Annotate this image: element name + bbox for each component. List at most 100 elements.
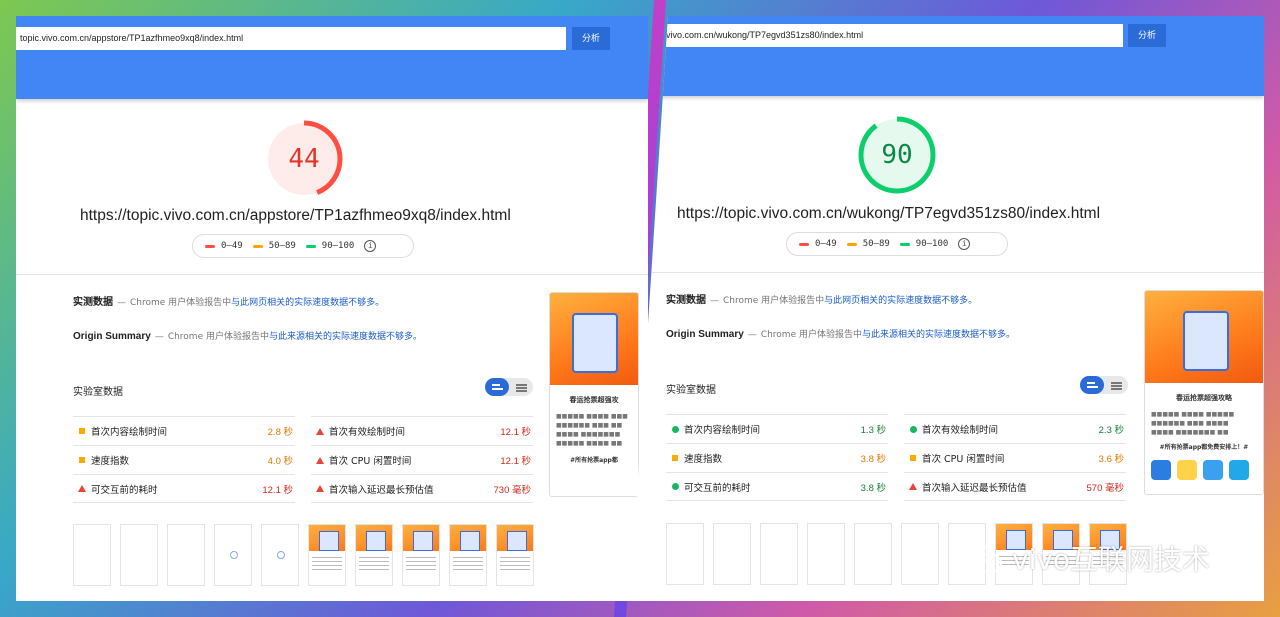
metric-row: 首次输入延迟最长预估值 730 毫秒 [311,474,533,503]
fail-triangle-icon [909,483,917,490]
metric-name: 可交互前的耗时 [91,484,158,496]
score-value: 90 [881,140,913,170]
metric-row: 首次有效绘制时间 2.3 秒 [904,414,1126,443]
filmstrip-frame [402,524,440,586]
legend-fail: 0–49 [815,239,837,249]
fail-triangle-icon [316,427,324,435]
origin-summary-row: Origin Summary — Chrome 用户体验报告中与此来源相关的实际速度… [73,331,422,342]
watermark: vivo互联网技术 [962,538,1210,578]
origin-summary-row: Origin Summary — Chrome 用户体验报告中与此来源相关的实际速度… [666,329,1015,340]
score-gauge: 90 [857,115,937,195]
filmstrip-frame [449,524,487,586]
average-square-icon [79,457,85,463]
field-data-title: 实测数据 [666,295,706,306]
filmstrip-frame [854,523,892,585]
legend-average: 50–89 [268,241,296,251]
filmstrip-frame [261,524,299,586]
metric-value: 12.1 秒 [500,427,531,438]
metric-name: 首次输入延迟最长预估值 [922,482,1027,494]
metric-value: 1.3 秒 [860,425,886,436]
analyze-button[interactable]: 分析 [1128,24,1166,47]
metric-row: 首次内容绘制时间 2.8 秒 [73,416,295,445]
info-icon[interactable]: i [364,240,377,252]
metric-row: 可交互前的耗时 3.8 秒 [666,472,888,501]
lab-data-title: 实验室数据 [73,387,123,398]
score-legend: 0–49 50–89 90–100 i [192,234,414,258]
metric-name: 可交互前的耗时 [684,482,751,494]
view-toggle[interactable] [485,378,533,396]
section-divider [16,274,648,275]
page-preview: 春运抢票超强攻 ■■■■■ ■■■■ ■■■ ■■■■■■ ■■■ ■■ ■■■■ … [549,292,639,497]
field-data-row: 实测数据 — Chrome 用户体验报告中与此网页相关的实际速度数据不够多。 [666,295,978,306]
metric-name: 首次 CPU 闲置时间 [922,454,1005,465]
section-divider [630,272,1264,273]
preview-title: 春运抢票超强攻略 [1176,394,1232,402]
url-input[interactable]: vivo.com.cn/wukong/TP7egvd351zs80/index.… [662,24,1123,47]
metric-value: 2.3 秒 [1098,425,1124,436]
filmstrip-frame [308,524,346,586]
metric-value: 3.8 秒 [860,482,886,494]
filmstrip-frame [73,524,111,586]
top-bar: topic.vivo.com.cn/appstore/TP1azfhmeo9xq… [16,16,648,99]
metric-value: 12.1 秒 [500,456,531,467]
average-square-icon [910,455,916,461]
legend-pass: 90–100 [321,241,355,251]
filmstrip-frame [120,524,158,586]
filmstrip-frame [666,523,704,585]
legend-average: 50–89 [862,239,890,249]
filmstrip-frame [355,524,393,586]
pass-circle-icon [671,483,679,490]
field-data-link[interactable]: 与此网页相关的实际速度数据不够多。 [231,298,384,308]
field-data-row: 实测数据 — Chrome 用户体验报告中与此网页相关的实际速度数据不够多。 [73,297,385,308]
origin-summary-link[interactable]: 与此来源相关的实际速度数据不够多。 [269,332,422,342]
filmstrip-frame [496,524,534,586]
legend-fail: 0–49 [221,241,243,251]
score-gauge: 44 [264,119,344,199]
filmstrip-frame [901,523,939,585]
metric-value: 570 毫秒 [1086,482,1125,494]
origin-summary-title: Origin Summary [73,331,151,342]
fail-triangle-icon [78,485,86,492]
filmstrip-frame [760,523,798,585]
right-report-panel: vivo.com.cn/wukong/TP7egvd351zs80/index.… [630,16,1264,601]
preview-footer: #所有抢票app都免费安排上！# [1159,443,1249,451]
metric-row: 首次 CPU 闲置时间 12.1 秒 [311,445,533,474]
fail-triangle-icon [316,456,324,464]
fail-triangle-icon [316,485,324,492]
metric-row: 首次内容绘制时间 1.3 秒 [666,414,888,443]
origin-summary-link[interactable]: 与此来源相关的实际速度数据不够多。 [862,330,1015,340]
metric-value: 730 毫秒 [493,484,532,496]
left-report-panel: topic.vivo.com.cn/appstore/TP1azfhmeo9xq… [16,16,648,601]
metric-value: 12.1 秒 [262,484,293,496]
metric-value: 3.6 秒 [1098,454,1124,465]
view-toggle[interactable] [1080,376,1128,394]
filmstrip-frame [713,523,751,585]
metric-row: 可交互前的耗时 12.1 秒 [73,474,295,503]
metric-row: 速度指数 4.0 秒 [73,445,295,474]
metric-name: 速度指数 [684,454,723,465]
page-preview: 春运抢票超强攻略 ■■■■■ ■■■■ ■■■■■ ■■■■■■ ■■■ ■■■■… [1144,290,1264,495]
metric-name: 首次输入延迟最长预估值 [329,484,434,496]
score-value: 44 [288,144,320,174]
pass-circle-icon [909,425,917,433]
metric-value: 3.8 秒 [860,454,886,465]
score-legend: 0–49 50–89 90–100 i [786,232,1008,256]
legend-pass: 90–100 [915,239,949,249]
page-url: https://topic.vivo.com.cn/wukong/TP7egvd… [677,205,1101,222]
filmstrip-frame [167,524,205,586]
analyze-button[interactable]: 分析 [572,27,610,50]
metric-value: 4.0 秒 [267,456,293,467]
preview-title: 春运抢票超强攻 [569,396,619,404]
url-input[interactable]: topic.vivo.com.cn/appstore/TP1azfhmeo9xq… [16,27,566,50]
metric-name: 首次 CPU 闲置时间 [329,456,412,467]
field-data-link[interactable]: 与此网页相关的实际速度数据不够多。 [824,296,977,306]
metric-name: 首次内容绘制时间 [91,427,168,438]
filmstrip [73,524,534,586]
origin-summary-title: Origin Summary [666,329,744,340]
metric-name: 首次有效绘制时间 [329,427,406,438]
metric-name: 首次有效绘制时间 [922,425,999,436]
wechat-logo-icon [962,541,1006,575]
info-icon[interactable]: i [958,238,971,250]
preview-footer: #所有抢票app都 [570,456,618,464]
top-bar: vivo.com.cn/wukong/TP7egvd351zs80/index.… [630,16,1264,96]
